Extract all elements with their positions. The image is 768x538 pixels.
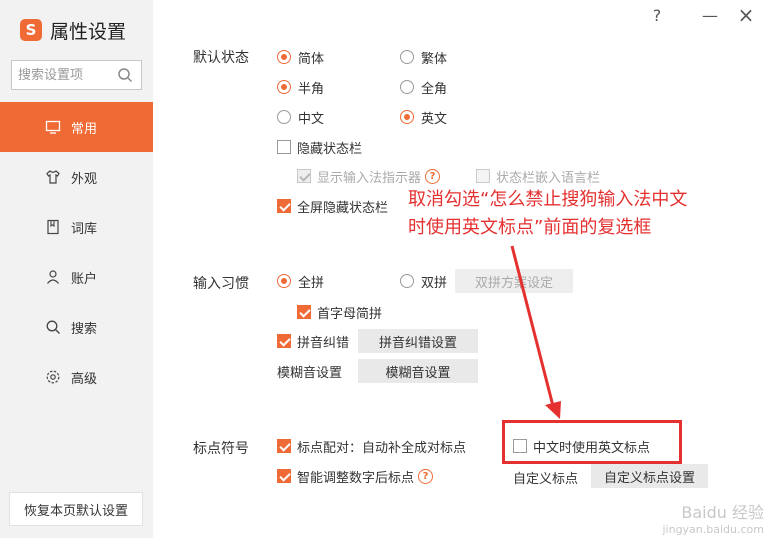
fullscreen-hide-option[interactable]: 全屏隐藏状态栏 <box>277 197 389 216</box>
help-icon[interactable]: ? <box>647 6 667 25</box>
sidebar-item-label: 高级 <box>71 371 98 387</box>
radio-selected[interactable] <box>277 50 291 64</box>
option-label: 隐藏状态栏 <box>297 141 363 157</box>
gear-icon <box>44 369 61 386</box>
radio-selected[interactable] <box>400 110 414 124</box>
checkbox-unchecked-disabled[interactable] <box>476 169 490 183</box>
custom-punct-label: 自定义标点 <box>513 472 579 487</box>
user-icon <box>44 269 61 286</box>
help-icon[interactable]: ? <box>425 168 441 184</box>
option-label: 智能调整数字后标点 <box>297 470 415 486</box>
fuzzy-sound-settings-button[interactable]: 模糊音设置 <box>358 359 478 383</box>
checkbox-checked[interactable] <box>277 469 291 483</box>
checkbox-checked[interactable] <box>297 305 311 319</box>
checkbox-checked[interactable] <box>277 334 291 348</box>
english-option[interactable]: 英文 <box>400 108 448 127</box>
sidebar-item-label: 搜索 <box>71 321 98 337</box>
option-label: 状态栏嵌入语言栏 <box>496 170 601 186</box>
fuzzy-sound-label: 模糊音设置 <box>277 366 343 381</box>
full-width-option[interactable]: 全角 <box>400 78 448 97</box>
custom-punct-settings-button[interactable]: 自定义标点设置 <box>591 464 708 488</box>
sidebar-item-label: 账户 <box>71 271 98 287</box>
radio-unselected[interactable] <box>400 50 414 64</box>
option-label: 全角 <box>421 81 448 97</box>
checkbox-checked-disabled[interactable] <box>297 169 311 183</box>
sidebar-item-appearance[interactable]: 外观 <box>0 152 153 202</box>
watermark-url: jingyan.baidu.com <box>662 523 764 536</box>
traditional-option[interactable]: 繁体 <box>400 48 448 67</box>
sidebar-item-label: 常用 <box>71 121 98 137</box>
book-icon <box>44 219 61 236</box>
half-width-option[interactable]: 半角 <box>277 78 325 97</box>
shuangpin-settings-button[interactable]: 双拼方案设定 <box>455 269 573 293</box>
minimize-icon[interactable]: — <box>700 6 720 25</box>
search-box <box>11 60 142 90</box>
default-state-label: 默认状态 <box>193 50 249 66</box>
quanpin-option[interactable]: 全拼 <box>277 272 325 291</box>
chinese-option[interactable]: 中文 <box>277 108 325 127</box>
option-label: 全屏隐藏状态栏 <box>297 200 389 216</box>
checkbox-checked[interactable] <box>277 439 291 453</box>
checkbox-checked[interactable] <box>277 199 291 213</box>
app-title-text: 属性设置 <box>50 20 127 43</box>
radio-unselected[interactable] <box>400 80 414 94</box>
radio-selected[interactable] <box>277 80 291 94</box>
sidebar-item-search[interactable]: 搜索 <box>0 302 153 352</box>
embed-language-bar-option[interactable]: 状态栏嵌入语言栏 <box>476 167 601 186</box>
radio-unselected[interactable] <box>277 110 291 124</box>
annotation-line: 时使用英文标点”前面的复选框 <box>408 217 652 238</box>
option-label: 中文 <box>298 111 325 127</box>
app-title: S 属性设置 <box>20 16 126 44</box>
initial-abbrev-option[interactable]: 首字母简拼 <box>297 303 383 322</box>
option-label: 繁体 <box>421 51 448 67</box>
option-label: 半角 <box>298 81 325 97</box>
search-input[interactable] <box>12 62 112 88</box>
sidebar-item-account[interactable]: 账户 <box>0 252 153 302</box>
sogou-logo-icon: S <box>20 19 42 41</box>
shuangpin-option[interactable]: 双拼 <box>400 272 448 291</box>
sidebar-item-common[interactable]: 常用 <box>0 102 153 152</box>
search-icon <box>44 319 61 336</box>
sidebar-item-label: 词库 <box>71 221 98 237</box>
annotation-highlight-box <box>502 420 682 464</box>
sidebar-nav: 常用 外观 词库 账户 搜索 高级 <box>0 102 153 402</box>
watermark-logo: Baidu 经验 <box>681 503 764 522</box>
sidebar-item-advanced[interactable]: 高级 <box>0 352 153 402</box>
option-label: 首字母简拼 <box>317 306 383 322</box>
monitor-icon <box>44 119 61 136</box>
help-icon[interactable]: ? <box>418 468 434 484</box>
sidebar: S 属性设置 常用 外观 词库 <box>0 0 153 538</box>
punct-pairing-option[interactable]: 标点配对：自动补全成对标点 <box>277 437 467 456</box>
option-label: 拼音纠错 <box>297 335 350 351</box>
option-label: 全拼 <box>298 275 325 291</box>
checkbox-unchecked[interactable] <box>277 140 291 154</box>
annotation-text: 取消勾选“怎么禁止搜狗输入法中文 时使用英文标点”前面的复选框 <box>408 186 753 242</box>
shirt-icon <box>44 169 61 186</box>
search-icon[interactable] <box>117 67 133 83</box>
hide-status-bar-option[interactable]: 隐藏状态栏 <box>277 138 363 157</box>
option-label: 英文 <box>421 111 448 127</box>
pinyin-correction-settings-button[interactable]: 拼音纠错设置 <box>358 329 478 353</box>
watermark: Baidu 经验 jingyan.baidu.com <box>662 499 764 536</box>
option-label: 双拼 <box>421 275 448 291</box>
reset-defaults-button[interactable]: 恢复本页默认设置 <box>9 492 143 526</box>
radio-selected[interactable] <box>277 274 291 288</box>
input-habit-label: 输入习惯 <box>193 276 249 292</box>
punctuation-label: 标点符号 <box>193 441 249 457</box>
annotation-line: 取消勾选“怎么禁止搜狗输入法中文 <box>408 189 688 210</box>
show-indicator-option[interactable]: 显示输入法指示器 ? <box>297 167 441 186</box>
radio-unselected[interactable] <box>400 274 414 288</box>
sidebar-item-lexicon[interactable]: 词库 <box>0 202 153 252</box>
simplified-option[interactable]: 简体 <box>277 48 325 67</box>
option-label: 标点配对：自动补全成对标点 <box>297 440 467 456</box>
close-icon[interactable]: × <box>736 3 756 27</box>
smart-after-digits-option[interactable]: 智能调整数字后标点 ? <box>277 467 434 486</box>
sidebar-item-label: 外观 <box>71 171 98 187</box>
option-label: 显示输入法指示器 <box>317 170 422 186</box>
option-label: 简体 <box>298 51 325 67</box>
pinyin-correction-option[interactable]: 拼音纠错 <box>277 332 350 351</box>
